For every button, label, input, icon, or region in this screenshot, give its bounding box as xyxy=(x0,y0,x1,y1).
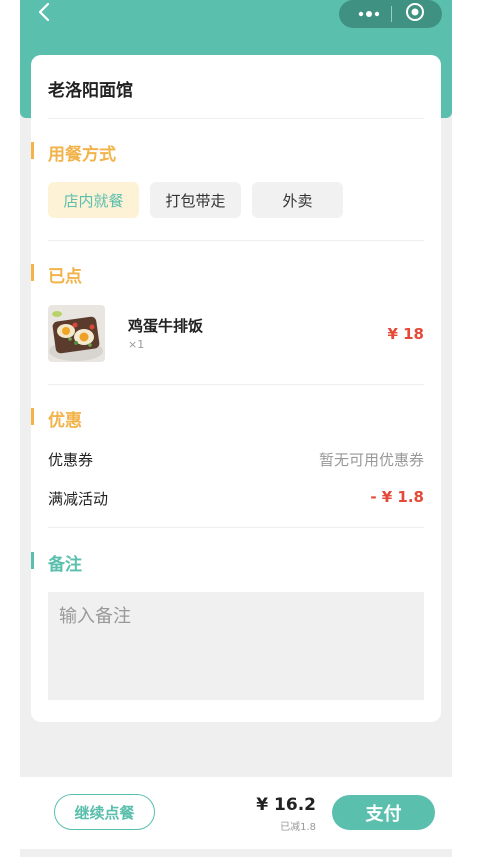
total-price: ¥ 16.2 xyxy=(256,795,316,815)
checkout-bar: 继续点餐 ¥ 16.2 已减1.8 支付 xyxy=(20,777,452,849)
food-image xyxy=(48,305,105,362)
reduced-amount: 已减1.8 xyxy=(280,822,316,833)
dining-option-label: 店内就餐 xyxy=(63,191,124,210)
bottom-strip xyxy=(20,849,452,857)
section-marker xyxy=(31,142,34,159)
pay-button[interactable]: 支付 xyxy=(332,795,435,830)
close-program-button[interactable] xyxy=(403,2,427,26)
ordered-title: 已点 xyxy=(48,267,82,287)
food-name: 鸡蛋牛排饭 xyxy=(128,317,204,335)
continue-ordering-button[interactable]: 继续点餐 xyxy=(54,794,155,830)
divider xyxy=(48,384,424,385)
shop-name: 老洛阳面馆 xyxy=(48,81,133,101)
dining-option-label: 外卖 xyxy=(282,191,313,210)
divider xyxy=(48,240,424,241)
divider xyxy=(48,118,424,119)
discount-title: 优惠 xyxy=(48,411,82,431)
back-button[interactable] xyxy=(32,2,56,26)
capsule-divider xyxy=(391,6,392,22)
food-quantity: ×1 xyxy=(128,338,145,351)
promo-value: - ¥ 1.8 xyxy=(370,488,424,506)
coupon-label: 优惠券 xyxy=(48,451,94,469)
coupon-value[interactable]: 暂无可用优惠券 xyxy=(319,449,424,470)
food-price: ¥ 18 xyxy=(387,325,424,343)
target-icon xyxy=(405,2,425,26)
more-button[interactable] xyxy=(351,0,387,28)
dining-option-label: 打包带走 xyxy=(165,191,226,210)
mini-program-capsule xyxy=(339,0,442,28)
remark-title: 备注 xyxy=(48,555,82,575)
order-card: 老洛阳面馆 用餐方式 店内就餐 打包带走 外卖 已点 鸡蛋牛排饭 ×1 ¥ 18… xyxy=(31,55,441,722)
remark-input[interactable] xyxy=(48,592,424,700)
promo-label: 满减活动 xyxy=(48,490,109,508)
dining-option-takeaway[interactable]: 打包带走 xyxy=(150,182,241,218)
more-dots-icon xyxy=(358,6,380,22)
chevron-left-icon xyxy=(37,2,51,27)
section-marker xyxy=(31,408,34,425)
dining-mode-title: 用餐方式 xyxy=(48,145,116,165)
dining-option-delivery[interactable]: 外卖 xyxy=(252,182,343,218)
dining-option-dine-in[interactable]: 店内就餐 xyxy=(48,182,139,218)
divider xyxy=(48,527,424,528)
section-marker xyxy=(31,264,34,281)
section-marker xyxy=(31,552,34,569)
